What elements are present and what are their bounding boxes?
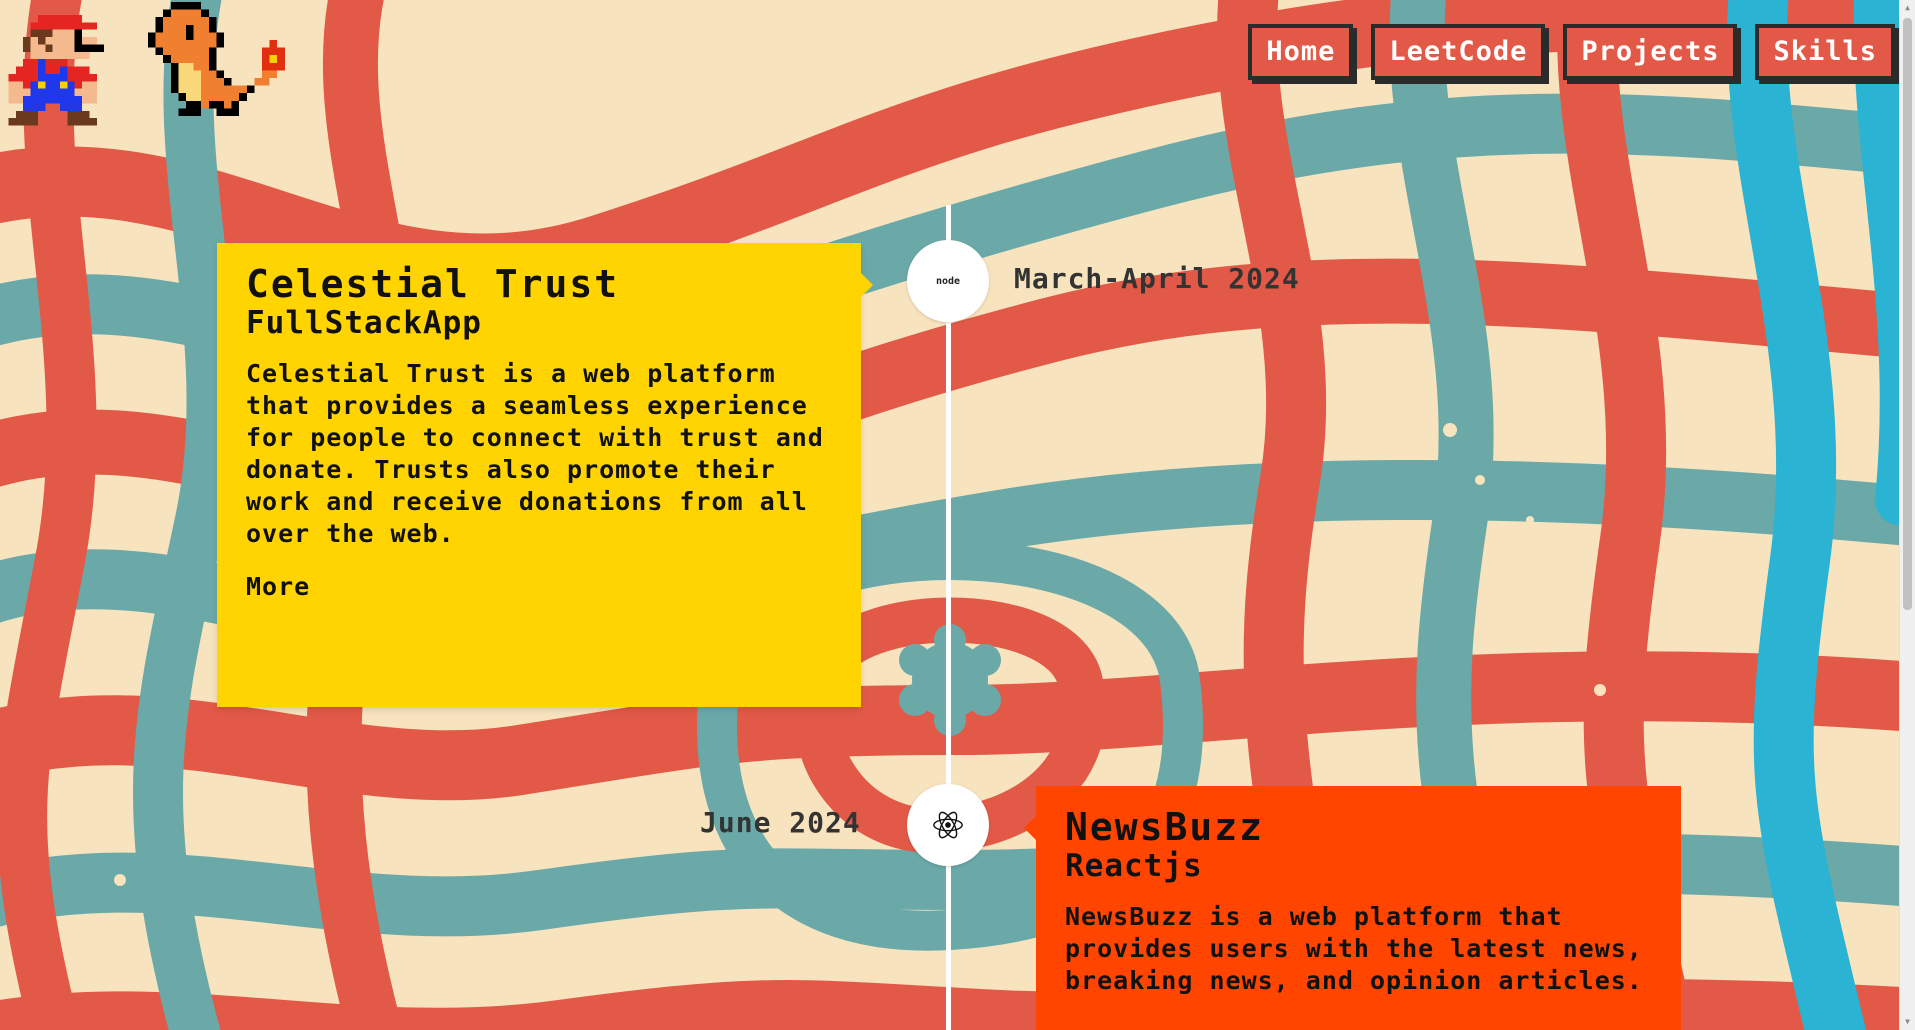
project-card-newsbuzz: NewsBuzz Reactjs NewsBuzz is a web platf…	[1024, 786, 1681, 1030]
card-pointer	[1024, 816, 1036, 840]
project-card-celestial-trust: Celestial Trust FullStackApp Celestial T…	[217, 243, 873, 707]
project-description: NewsBuzz is a web platform that provides…	[1065, 902, 1643, 996]
timeline-line	[946, 205, 951, 1030]
timeline-node-react	[907, 784, 989, 866]
project-subtitle: FullStackApp	[246, 304, 482, 341]
timeline-node-nodejs: node	[907, 240, 989, 322]
timeline-date: March-April 2024	[1014, 262, 1300, 295]
project-title: Celestial Trust	[246, 262, 620, 306]
top-navigation: Home LeetCode Projects Skills	[1248, 24, 1895, 81]
nav-skills-button[interactable]: Skills	[1755, 24, 1895, 81]
project-title: NewsBuzz	[1065, 805, 1265, 849]
scroll-up-arrow-icon[interactable]: ▲	[1900, 0, 1915, 16]
card-pointer	[861, 273, 873, 297]
scroll-down-arrow-icon[interactable]: ▼	[1900, 1014, 1915, 1030]
react-logo-icon	[933, 811, 963, 839]
nav-home-button[interactable]: Home	[1248, 24, 1354, 81]
page-scrollbar[interactable]: ▲ ▼	[1899, 0, 1915, 1030]
project-description: Celestial Trust is a web platform that p…	[246, 359, 824, 549]
nodejs-logo-icon: node	[935, 275, 961, 287]
project-subtitle: Reactjs	[1065, 847, 1203, 884]
more-link[interactable]: More	[246, 572, 310, 601]
scrollbar-thumb[interactable]	[1903, 18, 1912, 610]
timeline-date: June 2024	[700, 806, 861, 839]
nav-projects-button[interactable]: Projects	[1563, 24, 1738, 81]
pixel-charmander-icon	[148, 2, 285, 116]
nav-leetcode-button[interactable]: LeetCode	[1371, 24, 1546, 81]
pixel-mario-icon	[8, 15, 105, 126]
